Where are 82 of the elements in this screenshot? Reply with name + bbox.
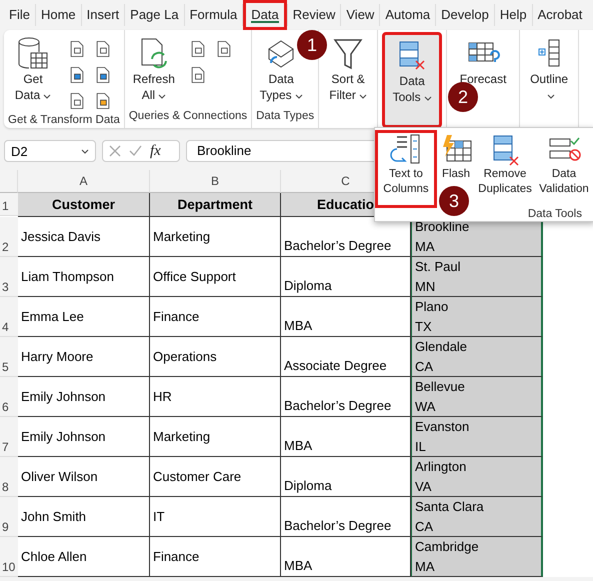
table-cell-text: Jessica Davis	[21, 228, 100, 246]
row-number[interactable]: 7	[0, 417, 18, 457]
ribbon-tab[interactable]: Develop	[436, 0, 494, 30]
ribbon-tab[interactable]: Formula	[184, 0, 242, 30]
ribbon-button[interactable]: Text to Columns	[375, 130, 437, 208]
table-cell-text: Chloe Allen	[21, 548, 87, 566]
database-icon	[17, 37, 49, 71]
table-cell-text: Customer Care	[153, 468, 242, 486]
table-cell-text: Arlington VA	[415, 458, 466, 496]
header-cell: Department	[150, 193, 281, 217]
table-cell-text: MBA	[284, 317, 312, 335]
table-cell-text: MBA	[284, 437, 312, 455]
ribbon-tab[interactable]: Automa	[380, 0, 436, 30]
table-cell-text: Finance	[153, 548, 200, 566]
row-number[interactable]: 8	[0, 457, 18, 497]
ribbon-tab[interactable]: File	[4, 0, 35, 30]
insert-function-button[interactable]: fx	[150, 142, 161, 160]
table-cell-text: Bachelor’s Degree	[284, 237, 392, 255]
table-cell-text: Diploma	[284, 277, 332, 295]
table-cell-text: Emma Lee	[21, 308, 84, 326]
group-label: Data Types	[256, 110, 314, 124]
table-cell-text: Marketing	[153, 428, 210, 446]
table-cell-text: Operations	[153, 348, 217, 366]
header-cell: Customer	[18, 193, 150, 217]
ribbon-button[interactable]: Outline	[524, 32, 574, 108]
table-cell-text: Evanston IL	[415, 418, 470, 456]
table-cell-text: Bellevue WA	[415, 378, 465, 416]
table-cell-text: Finance	[153, 308, 200, 326]
ribbon-tab[interactable]: View	[341, 0, 380, 30]
table-cell-text: Office Support	[153, 268, 236, 286]
table-cell-text: Emily Johnson	[21, 428, 106, 446]
row-number[interactable]: 10	[0, 537, 18, 577]
table-cell-text: MBA	[284, 557, 312, 575]
ribbon-tab[interactable]: Home	[36, 0, 81, 30]
table-cell-text: Cambridge MA	[415, 538, 479, 576]
ribbon-tab[interactable]: Acrobat	[532, 0, 588, 30]
select-all-corner[interactable]	[0, 170, 18, 193]
table-cell-text: Emily Johnson	[21, 388, 106, 406]
table-cell-text: St. Paul MN	[415, 258, 461, 296]
filter-icon	[332, 37, 364, 71]
group-label: Queries & Connections	[128, 110, 248, 124]
ribbon-tab[interactable]: Page La	[125, 0, 184, 30]
name-box[interactable]: D2	[4, 140, 96, 162]
row-number[interactable]: 3	[0, 257, 18, 297]
table-cell-text: Brookline MA	[415, 218, 470, 256]
row-number[interactable]: 5	[0, 337, 18, 377]
ribbon-button[interactable]: Data Validation	[535, 130, 593, 202]
ribbon-tab[interactable]: Review	[288, 0, 340, 30]
table-cell-text: Associate Degree	[284, 357, 387, 375]
ribbon-button[interactable]: Refresh All	[128, 32, 179, 108]
row-number[interactable]: 2	[0, 217, 18, 257]
row-number[interactable]: 6	[0, 377, 18, 417]
cancel-icon[interactable]	[109, 145, 121, 157]
ribbon-tab[interactable]: Help	[494, 0, 532, 30]
table-cell-text: Liam Thompson	[21, 268, 114, 286]
enter-icon[interactable]	[129, 145, 142, 157]
table-cell-text: Santa Clara CA	[415, 498, 484, 536]
caret-icon	[81, 148, 89, 154]
table-cell-text: Oliver Wilson	[21, 468, 98, 486]
column-header[interactable]: B	[150, 170, 281, 193]
table-cell-text: Bachelor’s Degree	[284, 397, 392, 415]
table-cell-text: Diploma	[284, 477, 332, 495]
group-label: Data Tools	[528, 208, 582, 220]
ribbon-tab[interactable]: Data	[243, 0, 287, 30]
ribbon-button[interactable]: Data Tools	[382, 32, 442, 128]
row-number[interactable]: 1	[0, 193, 18, 216]
table-cell-text: Bachelor’s Degree	[284, 517, 392, 535]
table-cell-text: Marketing	[153, 228, 210, 246]
table-cell-text: John Smith	[21, 508, 86, 526]
table-cell-text: IT	[153, 508, 165, 526]
table-cell-text: Harry Moore	[21, 348, 94, 366]
ribbon-button[interactable]: Get Data	[8, 32, 58, 108]
column-header[interactable]: A	[18, 170, 150, 193]
table-cell-text: Plano TX	[415, 298, 448, 336]
table-cell-text: HR	[153, 388, 172, 406]
table-cell-text: Glendale CA	[415, 338, 468, 376]
ribbon-button[interactable]: Remove Duplicates	[475, 130, 535, 202]
row-number[interactable]: 9	[0, 497, 18, 537]
group-label: Get & Transform Data	[8, 114, 120, 128]
row-number[interactable]: 4	[0, 297, 18, 337]
ribbon-button[interactable]: Flash	[437, 130, 475, 187]
ribbon-tab[interactable]: Insert	[82, 0, 124, 30]
